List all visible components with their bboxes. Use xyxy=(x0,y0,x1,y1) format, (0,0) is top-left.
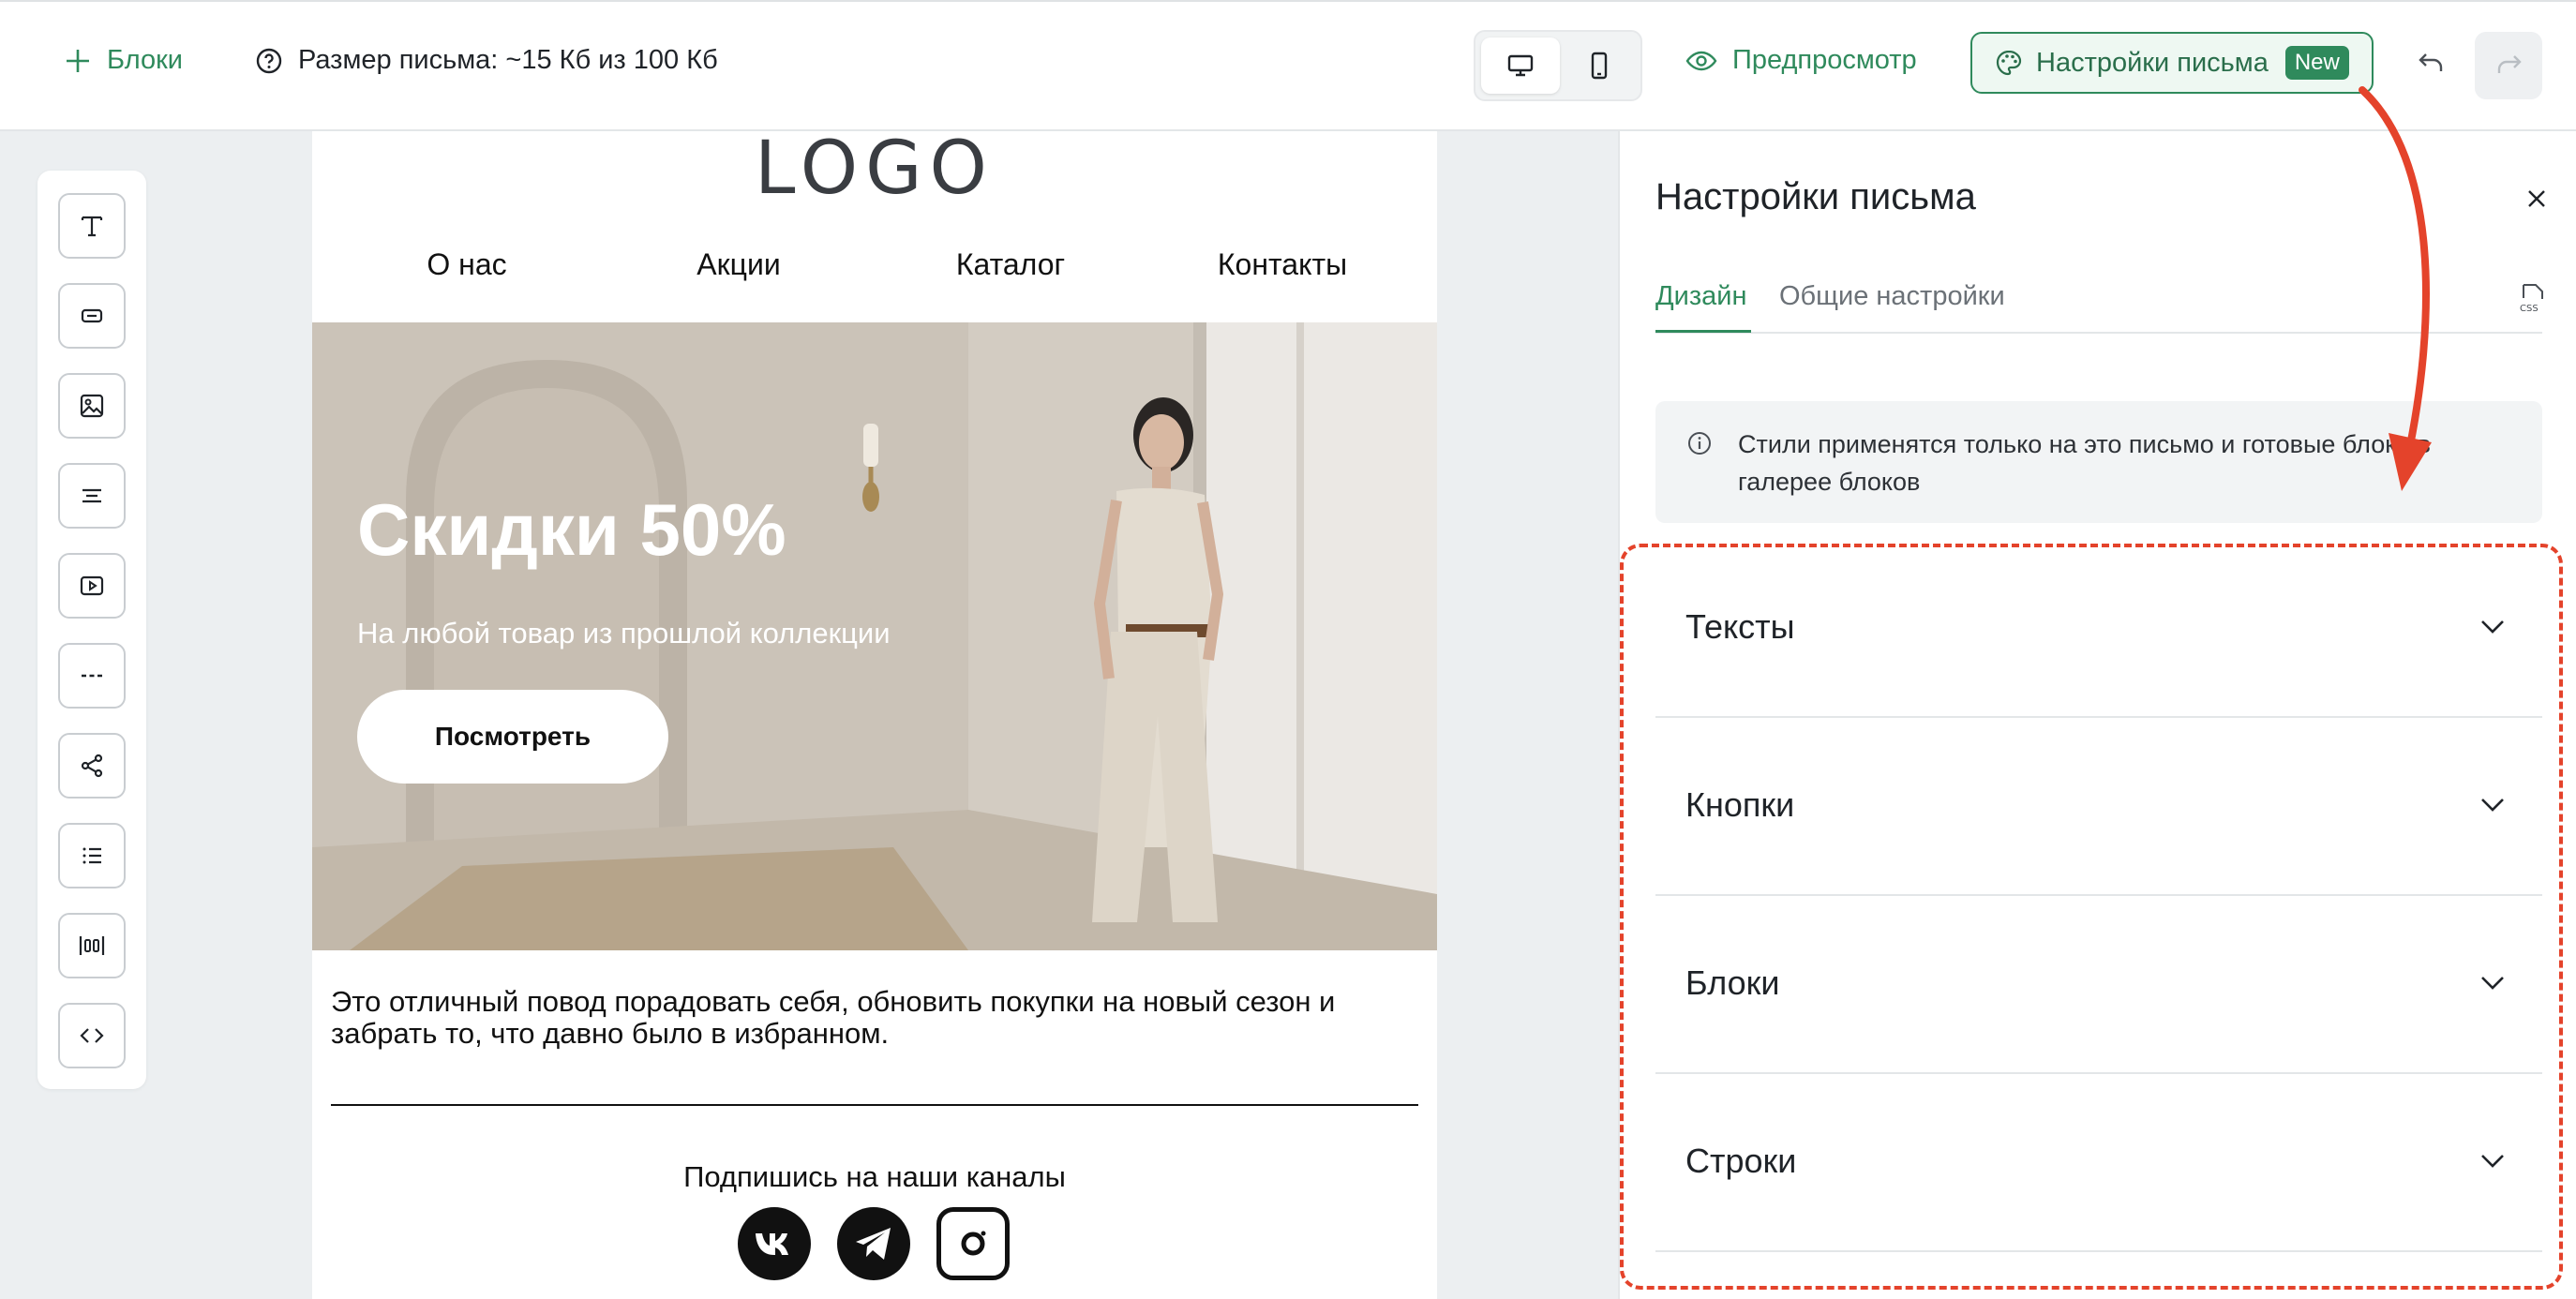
columns-block-tool[interactable] xyxy=(58,913,126,978)
email-body-text[interactable]: Это отличный повод порадовать себя, обно… xyxy=(331,986,1418,1050)
block-tool-palette xyxy=(37,171,146,1089)
css-text: CSS xyxy=(2520,304,2539,314)
divider-icon xyxy=(82,674,102,678)
mobile-view-button[interactable] xyxy=(1560,37,1639,94)
list-block-tool[interactable] xyxy=(58,823,126,888)
hero-banner[interactable]: Скидки 50% На любой товар из прошлой кол… xyxy=(312,322,1437,950)
nav-link-catalog[interactable]: Каталог xyxy=(875,247,1146,282)
button-icon xyxy=(81,308,103,323)
email-canvas[interactable]: LOGO О нас Акции Каталог Контакты Скидки… xyxy=(312,131,1437,1299)
hero-subtitle[interactable]: На любой товар из прошлой коллекции xyxy=(357,617,891,650)
email-size-info: Размер письма: ~15 Кб из 100 Кб xyxy=(255,45,718,76)
css-editor-button[interactable]: CSS xyxy=(2518,283,2546,320)
social-icons xyxy=(738,1207,1019,1286)
telegram-icon[interactable] xyxy=(837,1207,910,1280)
preview-label: Предпросмотр xyxy=(1732,45,1917,75)
social-caption[interactable]: Подпишись на наши каналы xyxy=(312,1160,1437,1194)
columns-icon xyxy=(79,936,105,955)
text-icon xyxy=(81,216,103,237)
video-icon xyxy=(80,575,104,596)
highlight-frame xyxy=(1620,544,2563,1290)
nav-link-promotions[interactable]: Акции xyxy=(603,247,875,282)
desktop-view-button[interactable] xyxy=(1481,37,1560,94)
email-settings-label: Настройки письма xyxy=(2036,47,2269,78)
undo-icon xyxy=(2419,53,2443,71)
panel-title: Настройки письма xyxy=(1655,176,1976,217)
device-toggle xyxy=(1474,30,1642,101)
nav-link-contacts[interactable]: Контакты xyxy=(1146,247,1418,282)
email-size-label: Размер письма: ~15 Кб из 100 Кб xyxy=(298,45,718,75)
css-file-icon: CSS xyxy=(2520,284,2543,314)
hero-view-button[interactable]: Посмотреть xyxy=(357,690,668,784)
text-block-tool[interactable] xyxy=(58,193,126,259)
redo-icon xyxy=(2497,55,2522,73)
spacer-icon xyxy=(82,488,101,503)
image-icon xyxy=(80,394,104,418)
annotation-arrow-icon xyxy=(2359,86,2432,491)
share-icon xyxy=(81,754,103,778)
desktop-icon xyxy=(1507,54,1534,77)
mobile-icon xyxy=(1591,52,1608,80)
tab-general-settings[interactable]: Общие настройки xyxy=(1779,281,2005,312)
email-divider[interactable] xyxy=(331,1104,1418,1106)
add-blocks-button[interactable]: Блоки xyxy=(64,45,183,76)
add-blocks-label: Блоки xyxy=(107,45,183,75)
email-nav: О нас Акции Каталог Контакты xyxy=(312,247,1437,294)
redo-button[interactable] xyxy=(2475,32,2542,99)
eye-icon xyxy=(1685,51,1717,70)
video-block-tool[interactable] xyxy=(58,553,126,619)
vk-icon[interactable] xyxy=(738,1207,811,1280)
hero-title[interactable]: Скидки 50% xyxy=(357,487,786,573)
close-panel-button[interactable] xyxy=(2518,180,2555,217)
palette-icon xyxy=(1996,50,2022,76)
list-icon xyxy=(82,847,101,864)
spacer-block-tool[interactable] xyxy=(58,463,126,529)
code-icon xyxy=(80,1028,104,1043)
plus-icon xyxy=(67,49,89,72)
instagram-icon[interactable] xyxy=(936,1207,1010,1280)
button-block-tool[interactable] xyxy=(58,283,126,349)
top-toolbar: Блоки Размер письма: ~15 Кб из 100 Кб Пр… xyxy=(0,0,2576,131)
preview-button[interactable]: Предпросмотр xyxy=(1685,45,1917,76)
social-block-tool[interactable] xyxy=(58,733,126,799)
info-icon xyxy=(1685,429,1714,462)
close-icon xyxy=(2528,190,2545,207)
html-block-tool[interactable] xyxy=(58,1003,126,1068)
nav-link-about[interactable]: О нас xyxy=(331,247,603,282)
image-block-tool[interactable] xyxy=(58,373,126,439)
active-tab-indicator xyxy=(1655,330,1751,333)
help-circle-icon xyxy=(256,48,282,73)
tab-design[interactable]: Дизайн xyxy=(1655,281,1746,312)
divider-block-tool[interactable] xyxy=(58,643,126,709)
email-logo[interactable]: LOGO xyxy=(312,131,1437,206)
